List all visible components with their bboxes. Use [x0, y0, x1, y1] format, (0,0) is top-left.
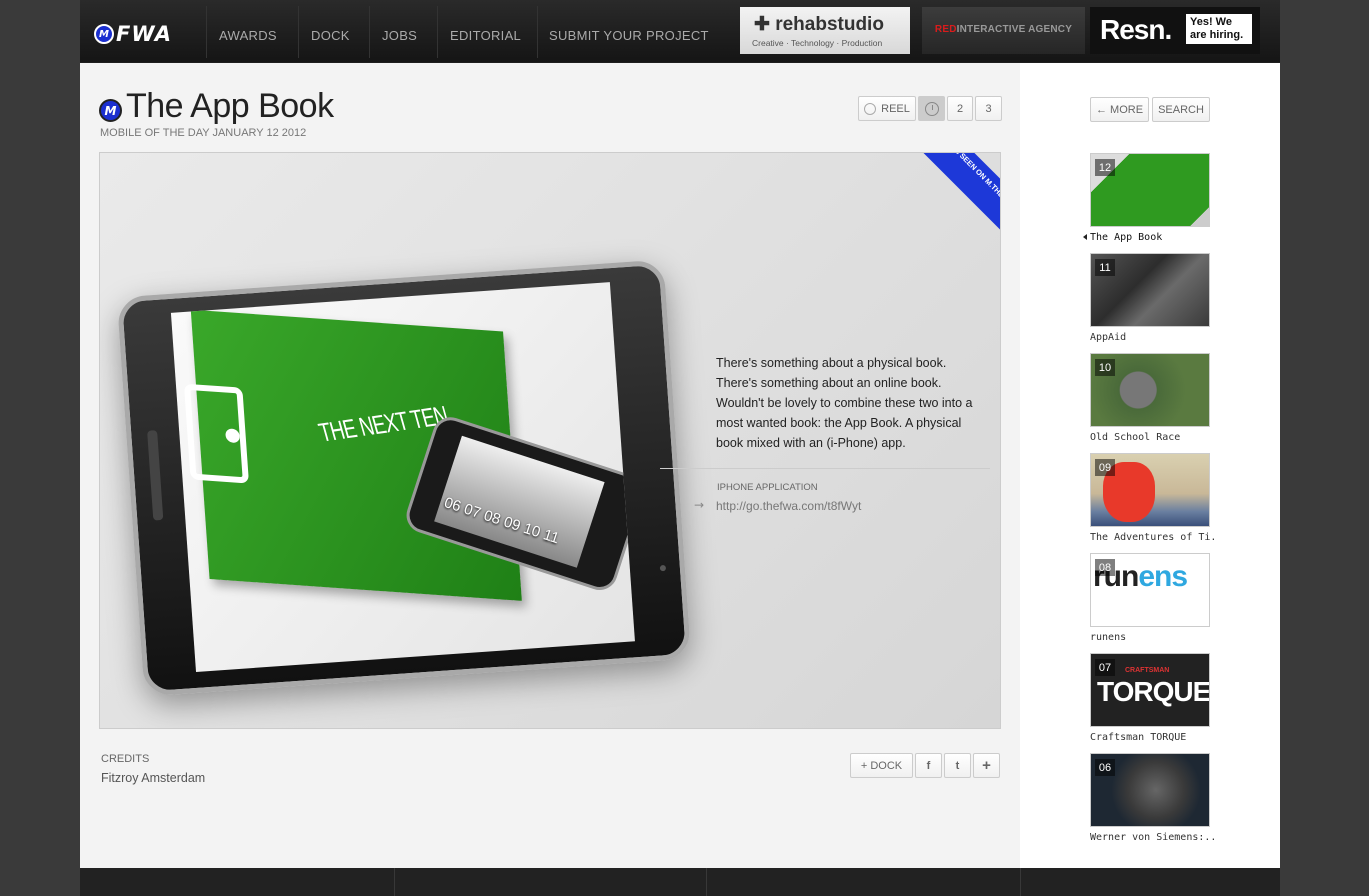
app-type-label: IPHONE APPLICATION [717, 482, 818, 493]
tablet-camera [659, 564, 667, 572]
tablet-side-button [147, 430, 164, 521]
reel-button[interactable]: REEL [858, 96, 916, 121]
credits-label: CREDITS [101, 753, 150, 765]
fwa-logo[interactable]: M FWA [94, 21, 172, 47]
red-interactive-name: REDINTERACTIVE AGENCY [934, 24, 1073, 35]
thumb-number: 06 [1095, 759, 1115, 776]
thumb-item[interactable]: 12 [1090, 153, 1210, 227]
page-2-button[interactable]: 2 [947, 96, 973, 121]
thumb-label[interactable]: The App Book [1090, 232, 1215, 243]
thumb-item[interactable]: CRAFTSMAN TORQUE 07 [1090, 653, 1210, 727]
nav-divider [298, 6, 299, 58]
plus-icon: + [982, 757, 991, 774]
mobile-m-icon: M [99, 99, 122, 122]
active-item-arrow-icon [1083, 234, 1087, 240]
twitter-share-button[interactable]: t [944, 753, 971, 778]
tablet-image: THE NEXT TEN 06 07 08 09 10 11 [116, 259, 692, 697]
sidebar: ← MORE SEARCH 12 The App Book 11 AppAid … [1020, 63, 1280, 868]
add-to-dock-button[interactable]: + DOCK [850, 753, 913, 778]
arrow-right-icon: → [694, 498, 705, 512]
tablet-screen: THE NEXT TEN 06 07 08 09 10 11 [170, 282, 635, 672]
search-button[interactable]: SEARCH [1152, 97, 1210, 122]
logo-text: FWA [116, 22, 173, 46]
divider [660, 468, 990, 469]
page-title: The App Book [126, 87, 334, 125]
project-description: There's something about a physical book.… [716, 356, 973, 450]
nav-dock[interactable]: DOCK [311, 28, 350, 43]
thumb-label[interactable]: Werner von Siemens:... [1090, 832, 1215, 843]
thumb-number: 08 [1095, 559, 1115, 576]
nav-awards[interactable]: AWARDS [219, 28, 277, 43]
nav-submit-project[interactable]: SUBMIT YOUR PROJECT [549, 28, 709, 43]
nav-divider [369, 6, 370, 58]
twitter-icon: t [955, 759, 960, 772]
nav-editorial[interactable]: EDITORIAL [450, 28, 521, 43]
facebook-icon: f [926, 759, 931, 772]
thumb-number: 10 [1095, 359, 1115, 376]
nav-jobs[interactable]: JOBS [382, 28, 417, 43]
nav-divider [537, 6, 538, 58]
resn-hiring-badge: Yes! We are hiring. [1186, 14, 1252, 44]
torque-logo-text: TORQUE [1097, 676, 1210, 707]
as-seen-on-ribbon[interactable]: AS SEEN ON M.THEFWA.COM [920, 153, 1000, 259]
resn-name: Resn. [1100, 14, 1172, 45]
thumb-number: 09 [1095, 459, 1115, 476]
thumb-item[interactable]: 09 [1090, 453, 1210, 527]
page-3-button[interactable]: 3 [975, 96, 1002, 121]
sponsor-red-interactive[interactable]: REDINTERACTIVE AGENCY [922, 7, 1085, 54]
app-link[interactable]: http://go.thefwa.com/t8fWyt [716, 499, 861, 513]
page-frame: M FWA AWARDS DOCK JOBS EDITORIAL SUBMIT … [80, 0, 1280, 896]
project-showcase: AS SEEN ON M.THEFWA.COM THE NEXT TEN 06 … [99, 152, 1001, 729]
thumb-label[interactable]: AppAid [1090, 332, 1215, 343]
page-1-clock-button[interactable] [918, 96, 945, 121]
bottom-divider [1020, 868, 1021, 896]
bottom-divider [706, 868, 707, 896]
thumb-number: 12 [1095, 159, 1115, 176]
phone-outline-icon [183, 383, 250, 484]
credits-name[interactable]: Fitzroy Amsterdam [101, 771, 205, 785]
nav-divider [206, 6, 207, 58]
top-navigation-bar: M FWA AWARDS DOCK JOBS EDITORIAL SUBMIT … [80, 0, 1280, 62]
rehabstudio-tagline: Creative · Technology · Production [752, 38, 883, 48]
more-share-button[interactable]: + [973, 753, 1000, 778]
nav-divider [437, 6, 438, 58]
bottom-bar [80, 868, 1280, 896]
ribbon-text: AS SEEN ON M.THEFWA.COM [920, 153, 1000, 255]
thumb-label[interactable]: Old School Race [1090, 432, 1215, 443]
iphone-year-numbers: 06 07 08 09 10 11 [441, 494, 562, 548]
thumb-label[interactable]: The Adventures of Ti... [1090, 532, 1215, 543]
clock-icon [924, 101, 939, 116]
thumb-item[interactable]: runens 08 [1090, 553, 1210, 627]
page-subtitle: MOBILE OF THE DAY JANUARY 12 2012 [100, 127, 307, 139]
thumb-item[interactable]: 11 [1090, 253, 1210, 327]
bottom-divider [394, 868, 395, 896]
thumb-item[interactable]: 10 [1090, 353, 1210, 427]
reel-icon [864, 102, 877, 115]
more-button[interactable]: ← MORE [1090, 97, 1149, 122]
main-content: M The App Book MOBILE OF THE DAY JANUARY… [80, 63, 1020, 868]
mobile-m-icon: M [94, 24, 114, 44]
thumb-label[interactable]: Craftsman TORQUE [1090, 732, 1215, 743]
craftsman-logo-text: CRAFTSMAN [1125, 667, 1170, 674]
sponsor-resn[interactable]: Resn. Yes! We are hiring. [1090, 7, 1260, 54]
rehabstudio-name: ✚ rehabstudio [754, 14, 884, 35]
sponsor-rehabstudio[interactable]: ✚ rehabstudio Creative · Technology · Pr… [740, 7, 910, 54]
thumb-number: 07 [1095, 659, 1115, 676]
thumb-item[interactable]: 06 [1090, 753, 1210, 827]
facebook-share-button[interactable]: f [915, 753, 942, 778]
thumb-number: 11 [1095, 259, 1115, 276]
thumb-label[interactable]: runens [1090, 632, 1215, 643]
